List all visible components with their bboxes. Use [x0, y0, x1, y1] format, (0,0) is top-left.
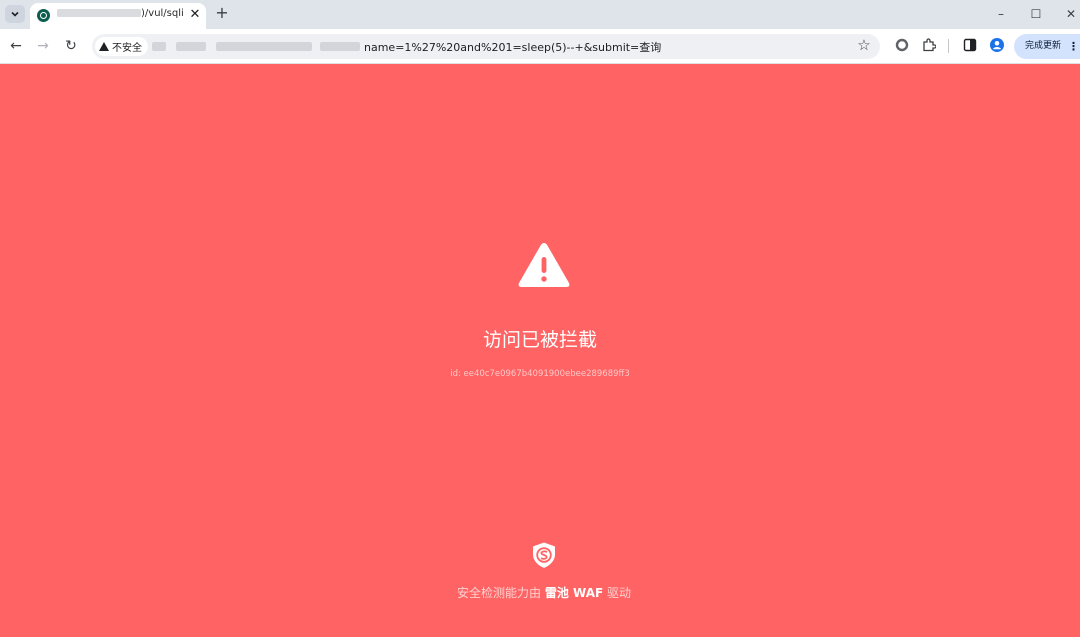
safeline-shield-icon: [533, 542, 555, 568]
profile-avatar-icon[interactable]: [990, 38, 1004, 52]
toolbar-divider: [948, 39, 949, 53]
window-close-button[interactable]: ✕: [1062, 6, 1080, 22]
reload-button[interactable]: ↻: [63, 38, 79, 54]
footer-suffix: 驱动: [603, 586, 632, 600]
tab-title: )/vul/sqli: [57, 8, 184, 19]
forward-button[interactable]: →: [35, 38, 51, 54]
minimize-button[interactable]: –: [992, 6, 1010, 22]
back-button[interactable]: ←: [8, 38, 24, 54]
update-label: 完成更新: [1025, 41, 1062, 51]
not-secure-warning-icon: [99, 42, 109, 51]
new-tab-button[interactable]: +: [214, 4, 230, 22]
chevron-down-icon: [11, 11, 19, 17]
request-id: id: ee40c7e0967b4091900ebee289689ff3: [450, 369, 630, 379]
address-bar[interactable]: 不安全 name=1%27%20and%201=sleep(5)--+&subm…: [92, 34, 880, 59]
redacted-url-part: [152, 42, 362, 51]
browser-toolbar: ← → ↻ 不安全 name=1%27%20and%201=sleep(5)--…: [0, 29, 1080, 64]
site-favicon-icon: [37, 9, 50, 22]
warning-triangle-icon: [518, 243, 570, 287]
maximize-button[interactable]: ☐: [1027, 6, 1045, 22]
browser-tab-active[interactable]: )/vul/sqli ✕: [30, 3, 206, 29]
bookmark-star-icon[interactable]: ☆: [856, 37, 872, 53]
security-label: 不安全: [112, 43, 142, 54]
footer-prefix: 安全检测能力由: [456, 586, 545, 600]
side-panel-icon[interactable]: [963, 38, 977, 52]
url-text: name=1%27%20and%201=sleep(5)--+&submit=查…: [364, 41, 662, 54]
tab-search-button[interactable]: [5, 5, 25, 23]
waf-block-page: 访问已被拦截 id: ee40c7e0967b4091900ebee289689…: [0, 65, 1080, 637]
extensions-puzzle-icon[interactable]: [922, 38, 936, 52]
redacted-host: [57, 9, 141, 17]
tab-close-icon[interactable]: ✕: [188, 7, 202, 23]
page-title: 访问已被拦截: [482, 329, 597, 351]
security-indicator[interactable]: 不安全: [95, 37, 148, 56]
menu-dots-icon: ⋮: [1068, 40, 1079, 53]
tab-strip: )/vul/sqli ✕ + – ☐ ✕: [0, 0, 1080, 29]
extension-circle-icon[interactable]: [895, 38, 909, 52]
footer-powered-by: 安全检测能力由 雷池 WAF 驱动: [0, 584, 1080, 601]
waf-brand-name: 雷池 WAF: [544, 586, 604, 600]
update-button[interactable]: 完成更新 ⋮: [1014, 34, 1080, 59]
